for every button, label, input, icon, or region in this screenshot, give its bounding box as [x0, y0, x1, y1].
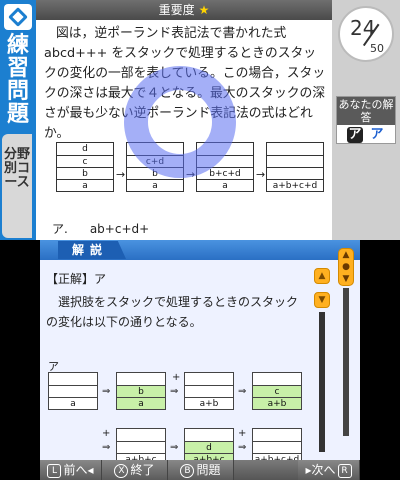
stack-cell: [185, 385, 233, 397]
stack-cell-highlight: d: [185, 441, 233, 453]
stack-cell: [267, 167, 323, 179]
arrow-icon: ⇒: [238, 442, 247, 453]
stack-cell: b: [57, 167, 113, 179]
arrow-icon: ⇒: [170, 442, 179, 453]
footer-bar: L 前へ◂ X 終了 B 問題 ▸次へ R: [40, 460, 360, 480]
prev-label: 前へ◂: [63, 463, 94, 477]
right-panel: 24 50 あなたの解答 ア ア: [332, 0, 400, 240]
stack-box: c a+b: [252, 372, 302, 410]
app-root: 練習問題 分野別コース 重要度 ★ 図は，逆ポーランド表記法で書かれた式abcd+…: [0, 0, 400, 480]
course-title: 分野別コース: [2, 134, 32, 238]
stack-box: b a: [116, 372, 166, 410]
side-scrollbar[interactable]: ▲ ● ▼: [338, 248, 354, 438]
plus-icon: +: [172, 372, 181, 383]
stack-cell-highlight: c: [253, 385, 301, 397]
stack-cell: a: [49, 397, 97, 409]
scroll-down-button[interactable]: ▼: [314, 292, 330, 308]
x-key-icon: X: [114, 464, 129, 478]
stack-cell: c: [57, 155, 113, 167]
question-counter: 24 50: [338, 6, 394, 62]
importance-header: 重要度 ★: [36, 0, 332, 20]
arrow-icon: →: [116, 168, 126, 181]
stack-cell: [267, 155, 323, 167]
your-answer-box: あなたの解答 ア ア: [336, 96, 396, 144]
footer-spacer: [234, 460, 298, 480]
section-label: 解説: [58, 241, 127, 259]
question-label: 問題: [196, 463, 221, 477]
arrow-icon: ⇒: [102, 386, 111, 397]
option-label: ア.: [52, 222, 68, 236]
stack-cell: a+b+c+d: [267, 179, 323, 191]
explanation-scroller: ▲ ▼: [314, 260, 332, 452]
l-key-icon: L: [47, 464, 62, 478]
scroll-track[interactable]: [343, 288, 349, 436]
r-key-icon: R: [337, 464, 352, 478]
option-text: ab+c+d+: [89, 222, 150, 236]
end-button[interactable]: X 終了: [102, 460, 168, 480]
stack-cell: a: [127, 179, 183, 191]
stack-cell: a: [57, 179, 113, 191]
stack-box: a: [48, 372, 98, 410]
stack-cell: [185, 429, 233, 441]
your-answer-value: ア: [347, 127, 363, 143]
stack-cell: [253, 429, 301, 441]
explanation-panel[interactable]: 【正解】ア 選択肢をスタックで処理するときのスタックの変化は以下の通りとなる。 …: [40, 260, 360, 466]
correct-answer-value: ア: [370, 127, 384, 142]
scroll-thumb[interactable]: ▲ ● ▼: [338, 248, 354, 286]
prev-button[interactable]: L 前へ◂: [40, 460, 102, 480]
next-button[interactable]: ▸次へ R: [298, 460, 360, 480]
stack-cell: [117, 441, 165, 453]
star-icon: ★: [198, 3, 210, 17]
stack-cell-highlight: b: [117, 385, 165, 397]
left-tab: 練習問題 分野別コース: [0, 0, 36, 240]
app-logo-icon: [4, 4, 32, 30]
arrow-icon: →: [256, 168, 266, 181]
explanation-text: 選択肢をスタックで処理するときのスタックの変化は以下の通りとなる。: [46, 295, 299, 329]
stack-cell: [49, 385, 97, 397]
your-answer-label: あなたの解答: [337, 97, 395, 125]
scroll-track[interactable]: [319, 312, 325, 452]
explanation-header: 解説: [40, 240, 360, 260]
arrow-icon: ⇒: [170, 386, 179, 397]
stack-cell: a+b: [185, 397, 233, 409]
answer-option-a: ア. ab+c+d+: [52, 220, 171, 237]
stack-box: a+b: [184, 372, 234, 410]
counter-current: 24: [350, 16, 376, 40]
bottom-screen: 解説 【正解】ア 選択肢をスタックで処理するときのスタックの変化は以下の通りとな…: [40, 240, 360, 480]
stack-cell: [253, 373, 301, 385]
stack-cell: a: [197, 179, 253, 191]
top-screen: 練習問題 分野別コース 重要度 ★ 図は，逆ポーランド表記法で書かれた式abcd+…: [0, 0, 400, 240]
stack-box: d c b a: [56, 142, 114, 192]
stack-cell: [253, 441, 301, 453]
stack-cell: [49, 373, 97, 385]
counter-total: 50: [370, 42, 384, 55]
stack-cell-highlight: a: [117, 397, 165, 409]
plus-icon: +: [238, 428, 247, 439]
b-key-icon: B: [180, 464, 195, 478]
stack-cell: [267, 143, 323, 155]
next-label: ▸次へ: [305, 463, 336, 477]
touch-ring-overlay: [124, 66, 236, 178]
stack-cell-highlight: a+b: [253, 397, 301, 409]
stack-cell: [117, 429, 165, 441]
mode-title: 練習問題: [6, 33, 29, 127]
question-button[interactable]: B 問題: [168, 460, 234, 480]
plus-icon: +: [102, 428, 111, 439]
scroll-up-button[interactable]: ▲: [314, 268, 330, 284]
end-label: 終了: [130, 463, 155, 477]
importance-label: 重要度: [158, 3, 195, 17]
arrow-icon: ⇒: [102, 442, 111, 453]
stack-cell: [117, 373, 165, 385]
stack-cell: d: [82, 144, 88, 154]
correct-answer-line: 【正解】ア: [46, 272, 107, 286]
stack-box: a+b+c+d: [266, 142, 324, 192]
arrow-icon: ⇒: [238, 386, 247, 397]
stack-cell: [185, 373, 233, 385]
